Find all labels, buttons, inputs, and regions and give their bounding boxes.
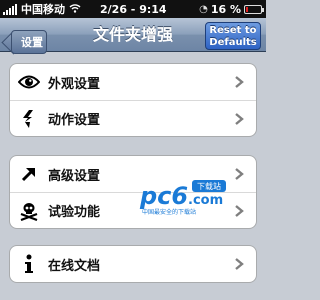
reset-to-defaults-button[interactable]: Reset to Defaults xyxy=(205,22,261,50)
status-time: 2/26 - 9:14 xyxy=(100,2,167,16)
svg-text:pc6: pc6 xyxy=(139,182,188,210)
chevron-right-icon xyxy=(235,113,244,125)
signal-icon xyxy=(3,3,17,15)
wifi-icon xyxy=(69,3,81,16)
back-button[interactable]: 设置 xyxy=(11,30,47,54)
chevron-right-icon xyxy=(235,258,244,270)
watermark-logo: pc6 .com 下载站 中国最安全的下载站 xyxy=(138,176,238,218)
lightning-icon xyxy=(18,108,40,130)
row-label: 动作设置 xyxy=(48,113,101,128)
svg-text:中国最安全的下载站: 中国最安全的下载站 xyxy=(142,208,196,216)
skull-crossbones-icon xyxy=(18,200,40,222)
svg-text:下载站: 下载站 xyxy=(197,181,221,191)
carrier-label: 中国移动 xyxy=(21,3,65,16)
row-label: 外观设置 xyxy=(48,76,101,92)
row-online-docs[interactable]: 在线文档 xyxy=(10,246,256,282)
reset-label-line2: Defaults xyxy=(209,37,257,48)
chevron-right-icon xyxy=(235,76,244,88)
watermark-text-domain: .com xyxy=(188,193,223,208)
row-label: 在线文档 xyxy=(48,258,101,274)
eye-icon xyxy=(18,71,40,93)
info-icon xyxy=(18,253,40,275)
row-action-settings[interactable]: 动作设置 xyxy=(10,100,256,136)
arrow-up-right-icon xyxy=(18,163,40,185)
status-bar: 中国移动 2/26 - 9:14 ◔ 16 % xyxy=(0,0,266,18)
battery-percent: 16 % xyxy=(210,2,241,16)
settings-group-3: 在线文档 xyxy=(9,245,257,283)
navigation-bar: 文件夹增强 设置 Reset to Defaults xyxy=(0,18,266,54)
reset-label-line1: Reset to xyxy=(209,25,257,36)
row-appearance-settings[interactable]: 外观设置 xyxy=(10,64,256,100)
settings-group-1: 外观设置 动作设置 xyxy=(9,63,257,137)
row-label: 试验功能 xyxy=(48,205,101,220)
battery-icon xyxy=(244,4,264,14)
row-label: 高级设置 xyxy=(48,168,101,184)
alarm-icon: ◔ xyxy=(199,3,208,15)
